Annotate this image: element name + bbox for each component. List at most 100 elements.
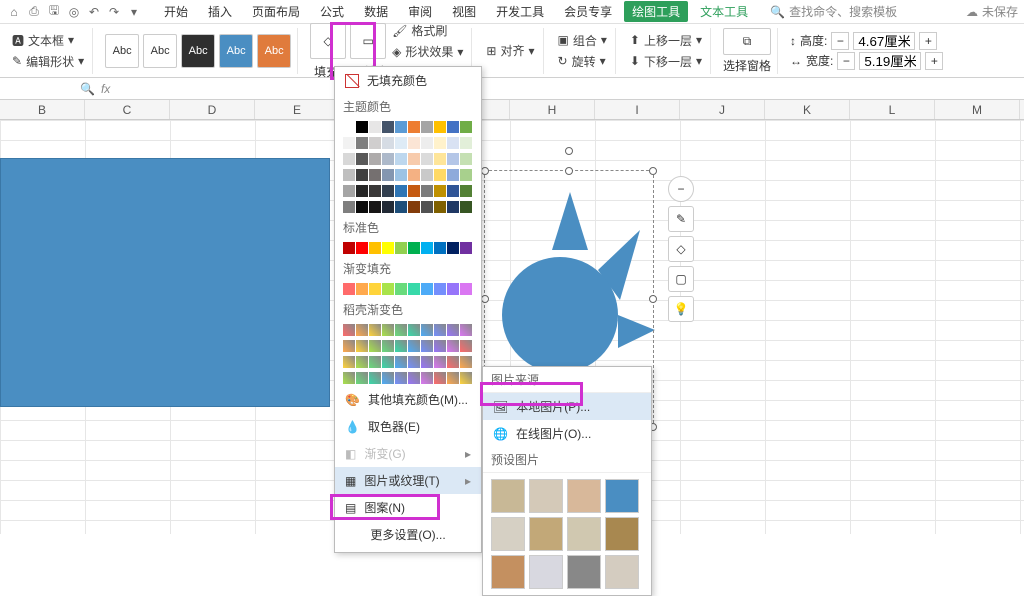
textbox-button[interactable]: 🅰 文本框▾ bbox=[10, 31, 86, 50]
swatch[interactable] bbox=[395, 153, 407, 165]
swatch[interactable] bbox=[356, 137, 368, 149]
swatch[interactable] bbox=[382, 185, 394, 197]
swatch[interactable] bbox=[356, 242, 368, 254]
search-placeholder[interactable]: 查找命令、搜索模板 bbox=[789, 3, 897, 20]
print-icon[interactable]: ⎙ bbox=[26, 4, 42, 20]
tab-2[interactable]: 页面布局 bbox=[244, 1, 308, 22]
swatch[interactable] bbox=[395, 121, 407, 133]
shape-style-4[interactable]: Abc bbox=[219, 34, 253, 68]
swatch[interactable] bbox=[447, 121, 459, 133]
swatch[interactable] bbox=[382, 169, 394, 181]
swatch[interactable] bbox=[343, 372, 355, 384]
gradient-item[interactable]: ◧ 渐变(G) ▸ bbox=[335, 440, 481, 467]
swatch[interactable] bbox=[343, 121, 355, 133]
swatch[interactable] bbox=[369, 324, 381, 336]
swatch[interactable] bbox=[447, 340, 459, 352]
tab-10[interactable]: 文本工具 bbox=[692, 1, 756, 22]
swatch[interactable] bbox=[434, 324, 446, 336]
swatch[interactable] bbox=[369, 153, 381, 165]
swatch[interactable] bbox=[369, 283, 381, 295]
swatch[interactable] bbox=[382, 137, 394, 149]
height-minus[interactable]: − bbox=[831, 32, 849, 50]
swatch[interactable] bbox=[343, 242, 355, 254]
mini-square[interactable]: ▢ bbox=[668, 266, 694, 292]
swatch[interactable] bbox=[408, 137, 420, 149]
width-plus[interactable]: + bbox=[925, 52, 943, 70]
mini-bucket[interactable]: ◇ bbox=[668, 236, 694, 262]
shape-style-3[interactable]: Abc bbox=[181, 34, 215, 68]
swatch[interactable] bbox=[395, 283, 407, 295]
height-plus[interactable]: + bbox=[919, 32, 937, 50]
swatch[interactable] bbox=[447, 185, 459, 197]
swatch[interactable] bbox=[343, 283, 355, 295]
swatch[interactable] bbox=[369, 242, 381, 254]
formula-input[interactable] bbox=[116, 80, 1024, 98]
width-input[interactable] bbox=[859, 52, 921, 70]
tab-0[interactable]: 开始 bbox=[156, 1, 196, 22]
texture-swatch[interactable] bbox=[605, 517, 639, 551]
align-button[interactable]: ⊞对齐▾ bbox=[484, 41, 536, 60]
swatch[interactable] bbox=[369, 201, 381, 213]
swatch[interactable] bbox=[421, 137, 433, 149]
swatch[interactable] bbox=[369, 372, 381, 384]
swatch[interactable] bbox=[421, 356, 433, 368]
redo-icon[interactable]: ↷ bbox=[106, 4, 122, 20]
swatch[interactable] bbox=[447, 137, 459, 149]
swatch[interactable] bbox=[434, 242, 446, 254]
swatch[interactable] bbox=[408, 356, 420, 368]
eyedrop-item[interactable]: 💧 取色器(E) bbox=[335, 413, 481, 440]
texture-swatch[interactable] bbox=[567, 517, 601, 551]
sendback-button[interactable]: ⬇下移一层▾ bbox=[628, 52, 704, 71]
tab-7[interactable]: 开发工具 bbox=[488, 1, 552, 22]
swatch[interactable] bbox=[395, 169, 407, 181]
swatch[interactable] bbox=[369, 137, 381, 149]
swatch[interactable] bbox=[369, 121, 381, 133]
swatch[interactable] bbox=[382, 121, 394, 133]
swatch[interactable] bbox=[434, 153, 446, 165]
swatch[interactable] bbox=[343, 201, 355, 213]
swatch[interactable] bbox=[382, 340, 394, 352]
pattern-item[interactable]: ▤ 图案(N) bbox=[335, 494, 481, 521]
swatch[interactable] bbox=[460, 185, 472, 197]
swatch[interactable] bbox=[434, 121, 446, 133]
swatch[interactable] bbox=[408, 121, 420, 133]
swatch[interactable] bbox=[421, 324, 433, 336]
swatch[interactable] bbox=[343, 324, 355, 336]
swatch[interactable] bbox=[460, 242, 472, 254]
swatch[interactable] bbox=[421, 185, 433, 197]
swatch[interactable] bbox=[460, 356, 472, 368]
undo-icon[interactable]: ↶ bbox=[86, 4, 102, 20]
shape-style-1[interactable]: Abc bbox=[105, 34, 139, 68]
swatch[interactable] bbox=[421, 283, 433, 295]
swatch[interactable] bbox=[369, 169, 381, 181]
nofill-item[interactable]: 无填充颜色 bbox=[335, 67, 481, 94]
swatch[interactable] bbox=[447, 153, 459, 165]
col-K[interactable]: K bbox=[765, 100, 850, 119]
texture-swatch[interactable] bbox=[491, 479, 525, 513]
swatch[interactable] bbox=[356, 185, 368, 197]
col-B[interactable]: B bbox=[0, 100, 85, 119]
swatch[interactable] bbox=[447, 283, 459, 295]
swatch[interactable] bbox=[356, 169, 368, 181]
swatch[interactable] bbox=[408, 372, 420, 384]
swatch[interactable] bbox=[460, 153, 472, 165]
swatch[interactable] bbox=[434, 372, 446, 384]
swatch[interactable] bbox=[382, 153, 394, 165]
swatch[interactable] bbox=[460, 324, 472, 336]
moresettings-item[interactable]: 更多设置(O)... bbox=[335, 521, 481, 548]
col-L[interactable]: L bbox=[850, 100, 935, 119]
swatch[interactable] bbox=[356, 324, 368, 336]
col-D[interactable]: D bbox=[170, 100, 255, 119]
swatch[interactable] bbox=[343, 356, 355, 368]
swatch[interactable] bbox=[447, 356, 459, 368]
texture-swatch[interactable] bbox=[567, 479, 601, 513]
swatch[interactable] bbox=[356, 201, 368, 213]
swatch[interactable] bbox=[408, 340, 420, 352]
texture-item[interactable]: ▦ 图片或纹理(T) ▸ bbox=[335, 467, 481, 494]
swatch[interactable] bbox=[434, 185, 446, 197]
swatch[interactable] bbox=[447, 201, 459, 213]
swatch[interactable] bbox=[460, 372, 472, 384]
zoom-icon[interactable]: 🔍 bbox=[80, 82, 95, 96]
swatch[interactable] bbox=[408, 169, 420, 181]
mini-zoomout[interactable]: − bbox=[668, 176, 694, 202]
